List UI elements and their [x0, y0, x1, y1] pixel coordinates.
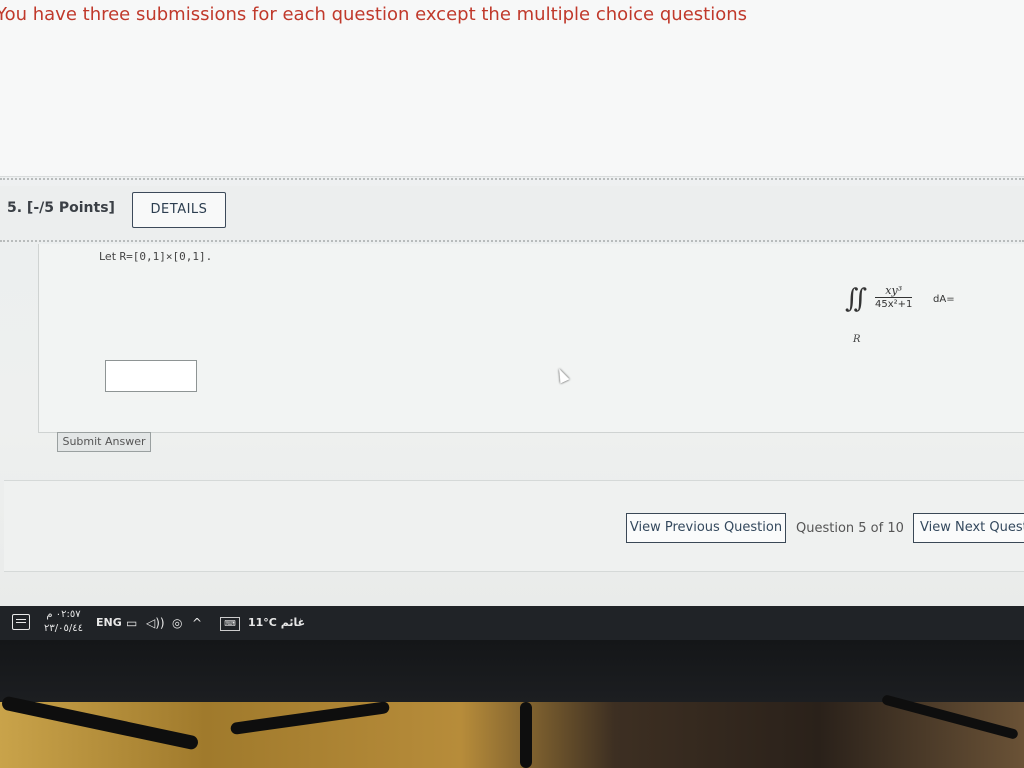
integrand-fraction: xy³ 45x²+1 — [875, 284, 913, 310]
cable — [520, 702, 532, 768]
divider — [0, 178, 1024, 180]
differential-label: dA= — [933, 294, 955, 305]
integrand-denominator: 45x²+1 — [875, 299, 913, 310]
integral-sign: ∬ — [845, 284, 867, 314]
weather-widget[interactable]: 11°C غائم — [248, 606, 305, 640]
language-indicator[interactable]: ENG — [96, 606, 122, 640]
let-label: Let — [99, 250, 117, 263]
chevron-up-icon[interactable]: ^ — [192, 606, 202, 640]
answer-input[interactable] — [105, 360, 197, 392]
question-body: Let R=[0,1]×[0,1]. ∬ xy³ 45x²+1 dA= R — [38, 244, 1024, 433]
cable — [229, 700, 391, 736]
integrand-numerator: xy³ — [875, 284, 913, 298]
question-navigation: View Previous Question Question 5 of 10 … — [4, 480, 1024, 572]
view-next-question-button[interactable]: View Next Questi — [913, 513, 1024, 543]
monitor-bezel — [0, 640, 1024, 702]
windows-taskbar: ٠٢:٥٧ م ٢٣/٠٥/٤٤ ENG ▭ ◁)) ◎ ^ ⌨ 11°C غا… — [0, 606, 1024, 640]
mouse-cursor-icon — [554, 366, 570, 384]
integral-region-label: R — [853, 334, 861, 345]
volume-icon[interactable]: ◁)) — [146, 606, 165, 640]
instructions-panel — [0, 0, 1024, 177]
submit-answer-button[interactable]: Submit Answer — [57, 432, 151, 452]
region-definition: R=[0,1]×[0,1]. — [119, 250, 213, 263]
battery-icon[interactable]: ◎ — [172, 606, 182, 640]
browser-page: You have three submissions for each ques… — [0, 0, 1024, 606]
question-header: 5. [-/5 Points] DETAILS — [0, 186, 1024, 242]
notification-icon[interactable] — [12, 614, 30, 630]
clock-date: ٢٣/٠٥/٤٤ — [44, 623, 83, 634]
question-counter: Question 5 of 10 — [796, 521, 904, 536]
desk-background — [0, 694, 1024, 768]
network-icon[interactable]: ▭ — [126, 606, 137, 640]
clock-time: ٠٢:٥٧ م — [46, 609, 81, 620]
divider — [0, 240, 1024, 242]
keyboard-icon[interactable]: ⌨ — [220, 617, 240, 631]
clock[interactable]: ٠٢:٥٧ م ٢٣/٠٥/٤٤ — [44, 608, 83, 642]
details-button[interactable]: DETAILS — [132, 192, 226, 228]
view-previous-question-button[interactable]: View Previous Question — [626, 513, 786, 543]
question-number-points: 5. [-/5 Points] — [7, 200, 115, 216]
submissions-banner: You have three submissions for each ques… — [0, 4, 747, 25]
problem-statement: Let R=[0,1]×[0,1]. — [99, 250, 212, 263]
cable — [0, 695, 200, 751]
double-integral: ∬ xy³ 45x²+1 dA= R — [845, 284, 965, 345]
